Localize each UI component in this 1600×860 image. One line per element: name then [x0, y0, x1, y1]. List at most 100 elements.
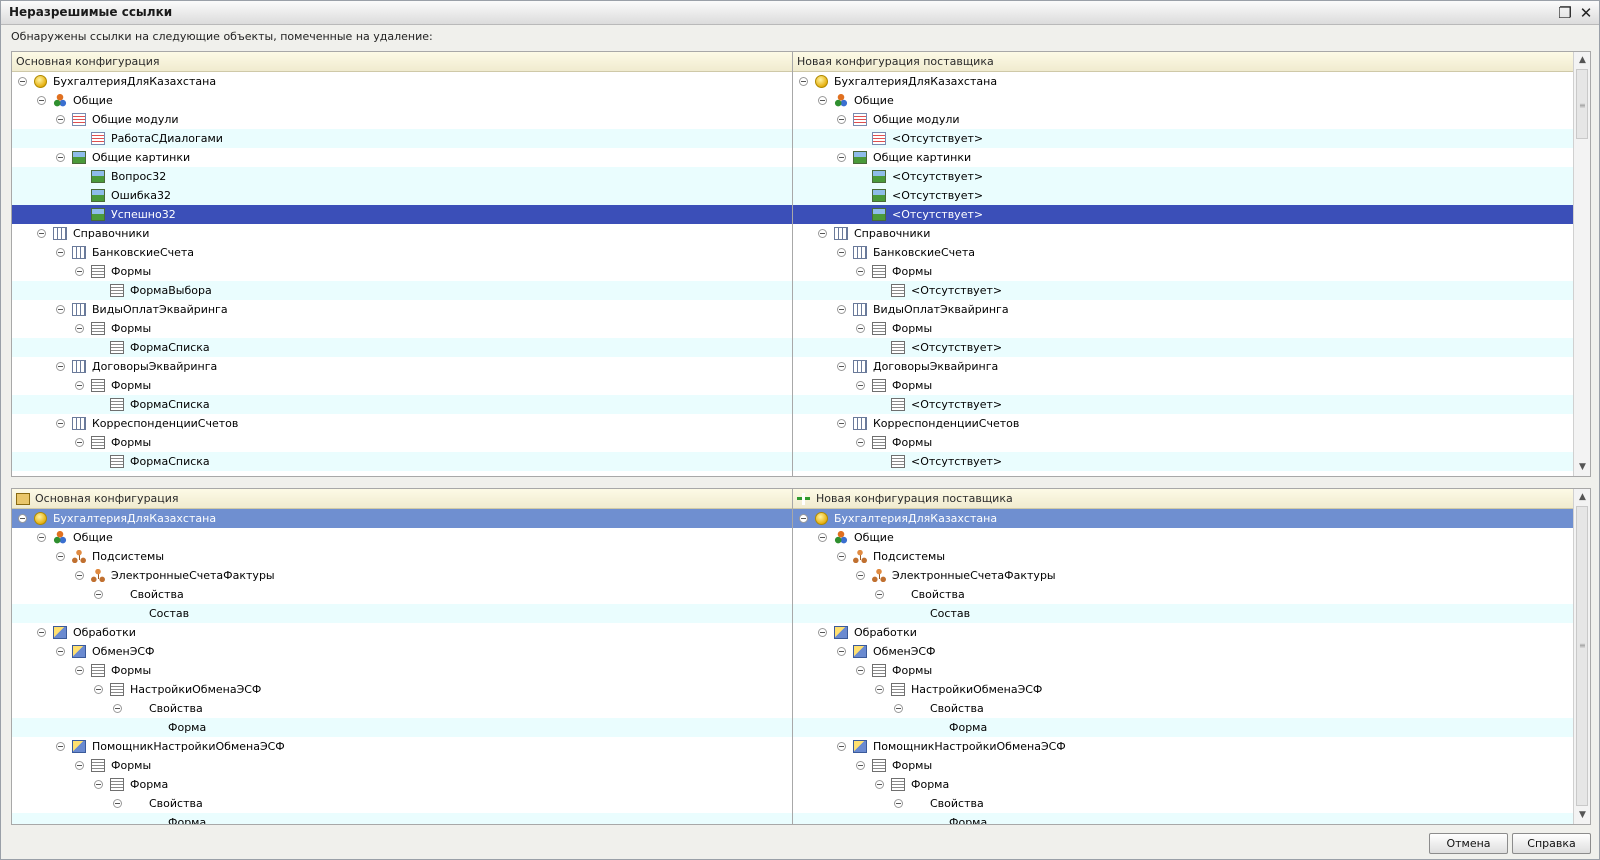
expand-toggle-icon[interactable] — [56, 362, 65, 371]
expand-toggle-icon[interactable] — [113, 799, 122, 808]
tree-row[interactable]: Формы — [12, 262, 792, 281]
expand-toggle-icon[interactable] — [875, 780, 884, 789]
expand-toggle-icon[interactable] — [56, 647, 65, 656]
tree-row[interactable]: Форма — [793, 813, 1573, 824]
tree-row[interactable]: ДоговорыЭквайринга — [12, 357, 792, 376]
tree-row[interactable]: Формы — [12, 661, 792, 680]
tree-row[interactable]: <Отсутствует> — [793, 395, 1573, 414]
tree-row[interactable]: Формы — [793, 433, 1573, 452]
tree-row[interactable]: Свойства — [793, 699, 1573, 718]
tree-row[interactable]: ОбменЭСФ — [793, 642, 1573, 661]
tree-row[interactable]: ПомощникНастройкиОбменаЭСФ — [793, 737, 1573, 756]
tree-row[interactable]: Свойства — [12, 699, 792, 718]
expand-toggle-icon[interactable] — [799, 77, 808, 86]
tree-row[interactable]: Формы — [793, 376, 1573, 395]
cancel-button[interactable]: Отмена — [1429, 833, 1508, 854]
tree-row[interactable]: ОбменЭСФ — [12, 642, 792, 661]
tree-row[interactable]: РаботаСДиалогами — [12, 129, 792, 148]
expand-toggle-icon[interactable] — [837, 647, 846, 656]
tree-row[interactable]: БанковскиеСчета — [793, 243, 1573, 262]
expand-toggle-icon[interactable] — [818, 628, 827, 637]
expand-toggle-icon[interactable] — [18, 514, 27, 523]
tree-row[interactable]: Формы — [12, 376, 792, 395]
help-button[interactable]: Справка — [1512, 833, 1591, 854]
tree-row[interactable]: Общие — [12, 91, 792, 110]
tree-row[interactable]: Формы — [12, 756, 792, 775]
expand-toggle-icon[interactable] — [837, 305, 846, 314]
tree-row[interactable]: Подсистемы — [793, 547, 1573, 566]
tree-row[interactable]: Обработки — [793, 623, 1573, 642]
expand-toggle-icon[interactable] — [818, 533, 827, 542]
scroll-thumb[interactable] — [1576, 506, 1588, 806]
tree-row[interactable]: Вопрос32 — [12, 167, 792, 186]
tree-row[interactable]: ПомощникНастройкиОбменаЭСФ — [12, 737, 792, 756]
scroll-up-icon[interactable]: ▲ — [1575, 53, 1590, 68]
tree-row[interactable]: Подсистемы — [12, 547, 792, 566]
tree-row[interactable]: <Отсутствует> — [793, 167, 1573, 186]
tree-row[interactable]: БухгалтерияДляКазахстана — [793, 509, 1573, 528]
expand-toggle-icon[interactable] — [837, 362, 846, 371]
tree-row[interactable]: КорреспонденцииСчетов — [12, 414, 792, 433]
tree-row[interactable]: ЭлектронныеСчетаФактуры — [793, 566, 1573, 585]
expand-toggle-icon[interactable] — [837, 153, 846, 162]
expand-toggle-icon[interactable] — [818, 96, 827, 105]
expand-toggle-icon[interactable] — [75, 381, 84, 390]
expand-toggle-icon[interactable] — [856, 267, 865, 276]
expand-toggle-icon[interactable] — [856, 761, 865, 770]
tree-row[interactable]: ДоговорыЭквайринга — [793, 357, 1573, 376]
tree-row[interactable]: Состав — [12, 604, 792, 623]
expand-toggle-icon[interactable] — [75, 666, 84, 675]
expand-toggle-icon[interactable] — [837, 248, 846, 257]
tree-row[interactable]: Форма — [793, 718, 1573, 737]
expand-toggle-icon[interactable] — [56, 419, 65, 428]
expand-toggle-icon[interactable] — [94, 590, 103, 599]
tree-row[interactable]: Общие — [793, 528, 1573, 547]
tree-row[interactable]: <Отсутствует> — [793, 186, 1573, 205]
tree-row[interactable]: Ошибка32 — [12, 186, 792, 205]
tree-row[interactable]: КорреспонденцииСчетов — [793, 414, 1573, 433]
expand-toggle-icon[interactable] — [75, 438, 84, 447]
expand-toggle-icon[interactable] — [856, 666, 865, 675]
tree-row[interactable]: Обработки — [12, 623, 792, 642]
tree-row[interactable]: Общие модули — [793, 110, 1573, 129]
close-icon[interactable]: ✕ — [1577, 4, 1595, 22]
expand-toggle-icon[interactable] — [837, 552, 846, 561]
expand-toggle-icon[interactable] — [837, 115, 846, 124]
tree-row[interactable]: Общие картинки — [12, 148, 792, 167]
expand-toggle-icon[interactable] — [37, 628, 46, 637]
tree-row[interactable]: Формы — [793, 756, 1573, 775]
expand-toggle-icon[interactable] — [837, 742, 846, 751]
expand-toggle-icon[interactable] — [56, 248, 65, 257]
expand-toggle-icon[interactable] — [856, 381, 865, 390]
expand-toggle-icon[interactable] — [94, 685, 103, 694]
tree-row[interactable]: Общие — [793, 91, 1573, 110]
tree-row[interactable]: БухгалтерияДляКазахстана — [12, 509, 792, 528]
tree-row[interactable]: ФормаСписка — [12, 338, 792, 357]
tree-row[interactable]: <Отсутствует> — [793, 205, 1573, 224]
tree-row[interactable]: Форма — [12, 813, 792, 824]
tree-row[interactable]: <Отсутствует> — [793, 452, 1573, 471]
scroll-up-icon[interactable]: ▲ — [1575, 490, 1590, 505]
tree-row[interactable]: Формы — [793, 319, 1573, 338]
tree-row[interactable]: Успешно32 — [12, 205, 792, 224]
tree-row[interactable]: Общие модули — [12, 110, 792, 129]
expand-toggle-icon[interactable] — [18, 77, 27, 86]
tree-row[interactable]: Справочники — [12, 224, 792, 243]
restore-window-icon[interactable]: ❐ — [1556, 4, 1574, 22]
tree-row[interactable]: <Отсутствует> — [793, 338, 1573, 357]
expand-toggle-icon[interactable] — [94, 780, 103, 789]
tree-row[interactable]: <Отсутствует> — [793, 129, 1573, 148]
tree-row[interactable]: ФормаСписка — [12, 395, 792, 414]
tree-row[interactable]: Свойства — [12, 794, 792, 813]
bottom-vertical-scrollbar[interactable]: ▲ ▼ — [1573, 489, 1590, 824]
expand-toggle-icon[interactable] — [75, 761, 84, 770]
tree-row[interactable]: НастройкиОбменаЭСФ — [793, 680, 1573, 699]
expand-toggle-icon[interactable] — [818, 229, 827, 238]
expand-toggle-icon[interactable] — [856, 571, 865, 580]
expand-toggle-icon[interactable] — [56, 153, 65, 162]
expand-toggle-icon[interactable] — [75, 267, 84, 276]
expand-toggle-icon[interactable] — [875, 685, 884, 694]
expand-toggle-icon[interactable] — [56, 552, 65, 561]
expand-toggle-icon[interactable] — [75, 571, 84, 580]
expand-toggle-icon[interactable] — [37, 533, 46, 542]
